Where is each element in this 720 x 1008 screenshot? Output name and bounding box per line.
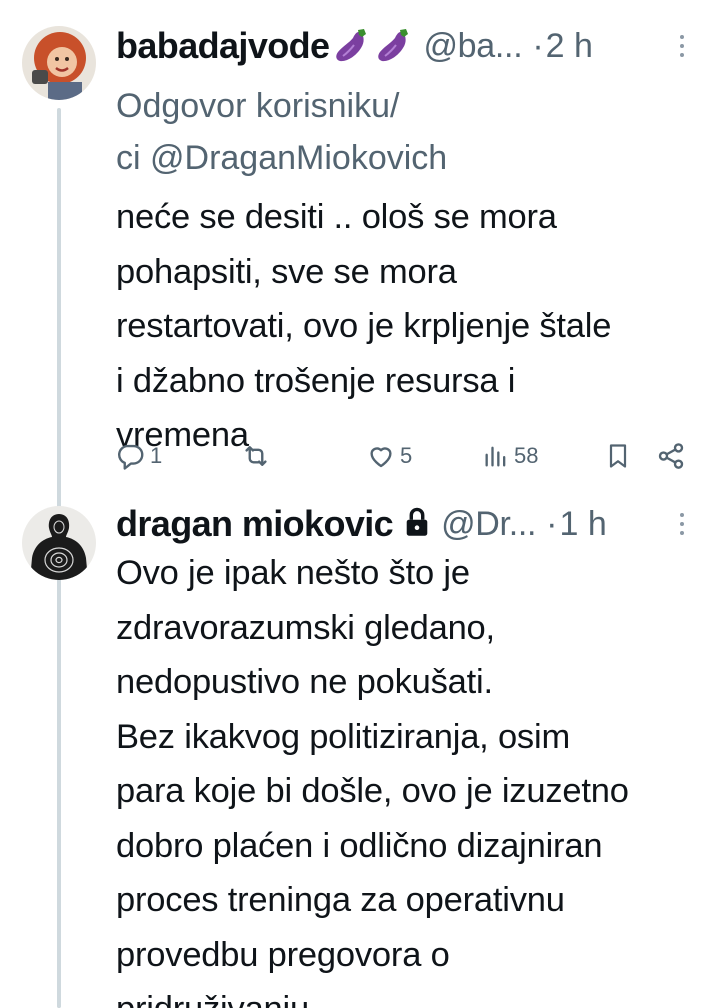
lock-icon	[403, 506, 431, 543]
user-handle[interactable]: @Dr...	[441, 505, 536, 544]
views-button[interactable]: 58	[482, 441, 538, 471]
bookmark-icon	[609, 444, 627, 468]
like-button[interactable]: 5	[366, 441, 412, 471]
like-count: 5	[400, 443, 413, 468]
more-options-icon[interactable]	[670, 26, 694, 66]
repost-icon	[245, 446, 267, 466]
tweet-header: dragan miokovic @Dr... · 1 h	[116, 498, 694, 550]
separator: ·	[532, 26, 544, 65]
heart-icon	[370, 447, 392, 468]
tweet-header: babadajvode @ba... · 2 h	[116, 20, 694, 72]
tweet-actions: 1 5 58	[116, 436, 690, 476]
views-chart-icon	[485, 446, 506, 467]
reply-context: Odgovor korisniku/ ci @DraganMiokovich	[116, 80, 694, 184]
reply-prefix: Odgovor korisniku/	[116, 87, 400, 125]
user-handle[interactable]: @ba...	[423, 27, 522, 66]
reply-icon	[118, 444, 144, 470]
avatar-babadajvode[interactable]	[22, 26, 96, 100]
reply-handle-link[interactable]: @DraganMiokovich	[150, 139, 447, 177]
separator: ·	[546, 504, 558, 543]
repost-button[interactable]	[240, 441, 276, 471]
share-icon	[658, 443, 684, 469]
avatar-dragan-miokovic[interactable]	[22, 506, 96, 580]
tweet-babadajvode[interactable]: babadajvode @ba... · 2 h Odgovor korisni…	[0, 0, 720, 1008]
eggplant-icon	[373, 26, 413, 66]
views-count: 58	[514, 443, 539, 468]
reply-prefix-line2: ci	[116, 139, 150, 177]
more-options-icon[interactable]	[670, 504, 694, 544]
tweet-text: neće se desiti .. ološ se mora pohapsiti…	[116, 198, 612, 454]
timestamp[interactable]: 2 h	[546, 27, 593, 66]
reply-button[interactable]: 1	[116, 441, 162, 471]
tweet-text: Ovo je ipak nešto što je zdravorazumski …	[116, 554, 629, 1008]
display-name[interactable]: dragan miokovic	[116, 503, 394, 545]
bookmark-button[interactable]	[604, 440, 632, 472]
tweet-dragan-miokovic[interactable]: dragan miokovic @Dr... · 1 h Ovo je ipak…	[0, 490, 720, 1008]
eggplant-icon	[331, 26, 371, 66]
display-name[interactable]: babadajvode	[116, 25, 330, 67]
share-button[interactable]	[656, 441, 686, 471]
timestamp[interactable]: 1 h	[559, 505, 606, 544]
reply-count: 1	[150, 443, 163, 468]
thread-line	[57, 590, 61, 1008]
